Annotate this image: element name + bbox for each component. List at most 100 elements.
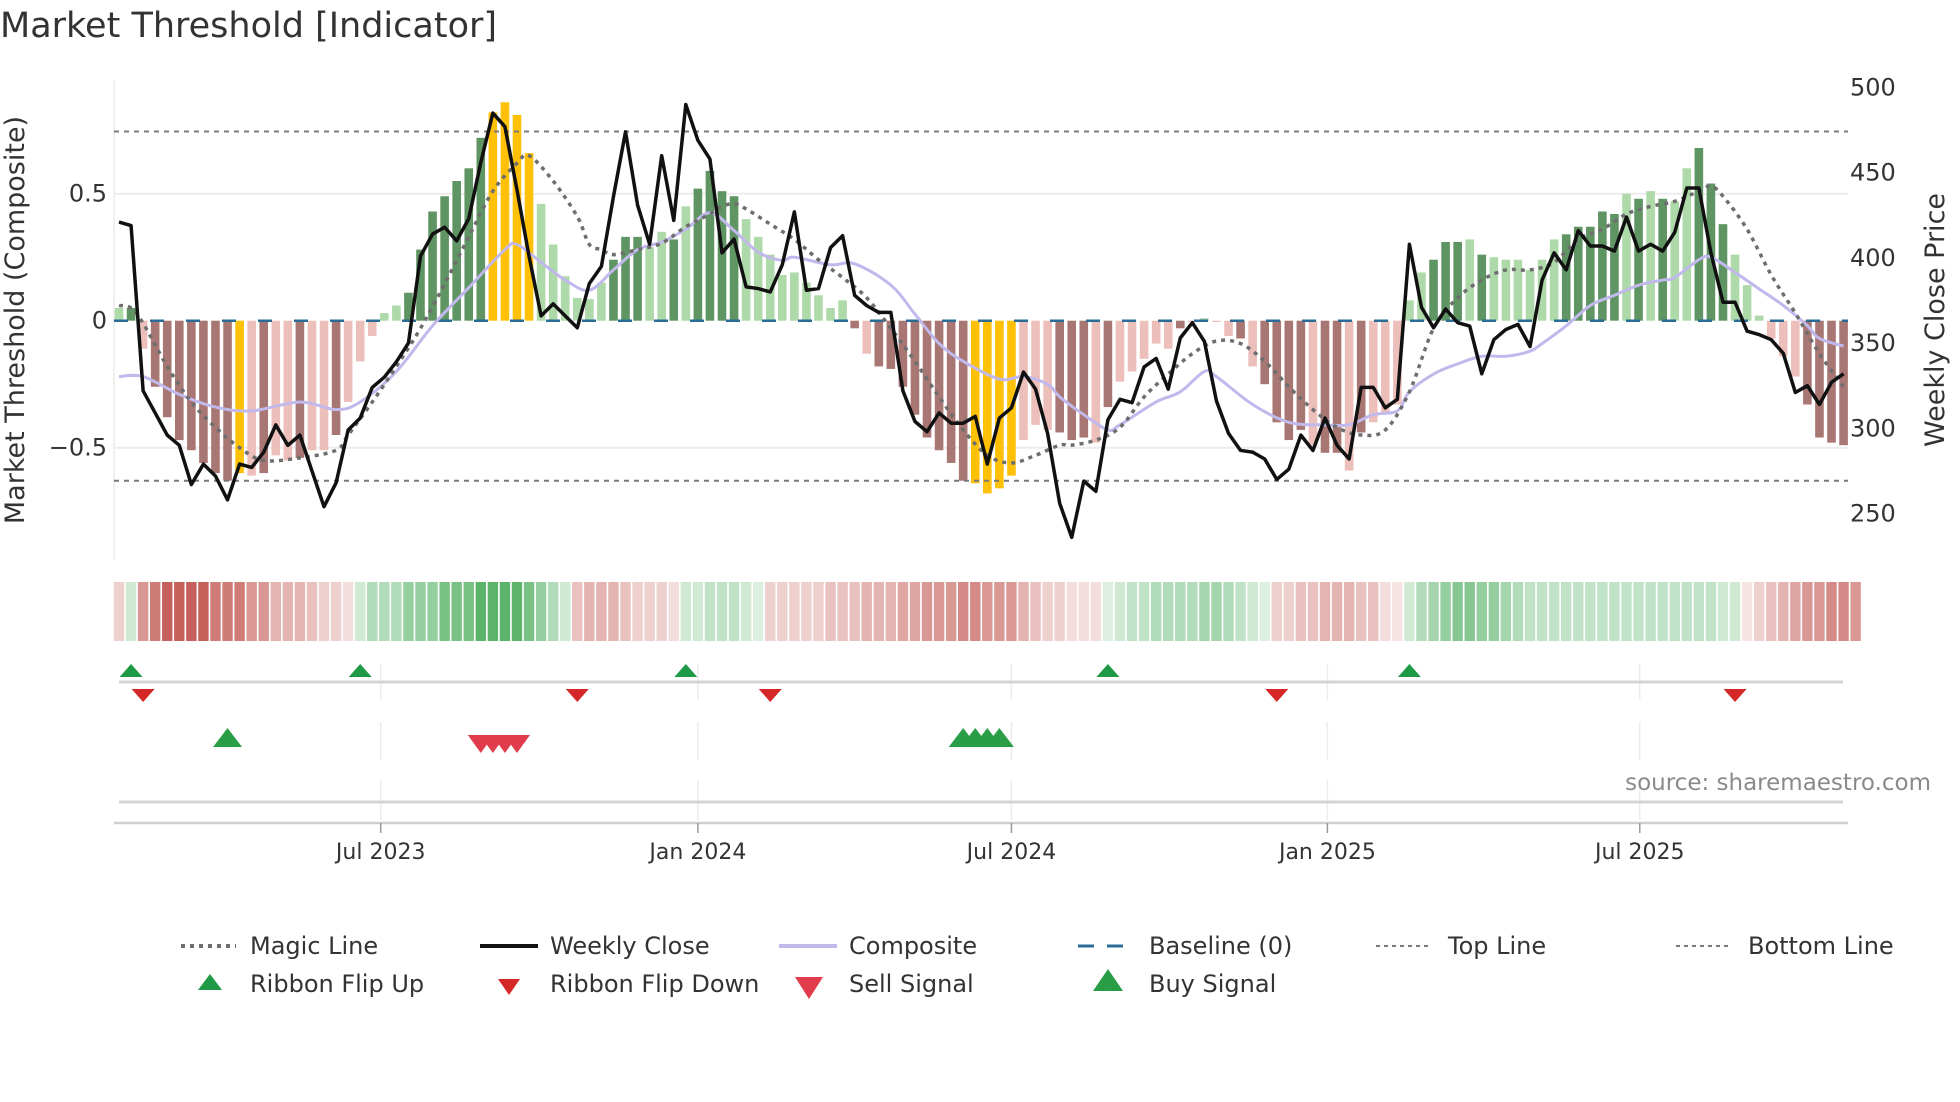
ribbon-cell: [1380, 582, 1391, 641]
composite-bar: [1839, 320, 1848, 446]
composite-bar: [910, 320, 920, 415]
composite-bar: [307, 320, 317, 451]
ribbon-cell: [258, 582, 269, 641]
legend-label: Baseline (0): [1149, 932, 1293, 960]
x-tick-label: Jan 2025: [1277, 840, 1376, 865]
ribbon-cell: [1440, 582, 1451, 641]
composite-bar: [235, 320, 244, 474]
composite-bar: [669, 239, 679, 321]
ribbon-cell: [1717, 582, 1729, 641]
ribbon-cell: [1633, 582, 1644, 641]
ribbon-cell: [692, 582, 704, 641]
ribbon-cell: [306, 582, 318, 641]
ribbon-flip-up-marker: [119, 664, 143, 677]
composite-bar: [1127, 320, 1137, 372]
composite-bar: [114, 308, 124, 321]
composite-bar: [946, 320, 956, 463]
composite-bar: [1139, 320, 1149, 359]
composite-bar: [1368, 320, 1378, 423]
ribbon-cell: [1741, 582, 1753, 641]
ribbon-cell: [1609, 582, 1620, 641]
ribbon-cell: [1042, 582, 1053, 641]
ribbon-cell: [813, 582, 824, 641]
composite-bar: [355, 320, 365, 362]
ribbon-cell: [342, 582, 354, 641]
composite-bar: [729, 196, 739, 321]
y-right-tick-label: 350: [1850, 329, 1896, 357]
ribbon-strip: [113, 582, 1861, 641]
ribbon-cell: [958, 582, 969, 641]
ribbon-cell: [668, 582, 679, 641]
ribbon-cell: [1681, 582, 1692, 641]
ribbon-cell: [547, 582, 559, 641]
ribbon-cell: [1247, 582, 1258, 641]
ribbon-cell: [1476, 582, 1487, 641]
ribbon-cell: [270, 582, 281, 641]
ribbon-cell: [1452, 582, 1463, 641]
ribbon-cell: [318, 582, 330, 641]
ribbon-cell: [1561, 582, 1572, 641]
ribbon-cell: [535, 582, 547, 641]
x-tick-label: Jul 2023: [334, 840, 426, 865]
composite-bar: [199, 320, 208, 463]
ribbon-cell: [113, 582, 125, 641]
ribbon-cell: [740, 582, 752, 641]
composite-bar: [1163, 320, 1173, 349]
ribbon-cell: [1126, 582, 1138, 641]
composite-bar: [1212, 320, 1221, 322]
ribbon-cell: [825, 582, 836, 641]
composite-bar: [597, 282, 606, 321]
ribbon-cell: [1319, 582, 1331, 641]
ribbon-flip-up-marker: [348, 664, 372, 677]
ribbon-cell: [415, 582, 426, 641]
composite-bar: [958, 320, 968, 481]
ribbon-cell: [294, 582, 306, 641]
composite-bar: [1610, 214, 1619, 321]
ribbon-cell: [1428, 582, 1439, 641]
ribbon-cell: [584, 582, 595, 641]
y-right-tick-label: 400: [1850, 244, 1896, 272]
ribbon-cell: [837, 582, 848, 641]
y-axis-right-label: Weekly Close Price: [1920, 193, 1951, 447]
y-right-tick-label: 250: [1850, 500, 1896, 528]
ribbon-cell: [282, 582, 294, 641]
ribbon-cell: [475, 582, 486, 641]
x-tick-label: Jan 2024: [647, 840, 746, 865]
ribbon-cell: [1536, 582, 1548, 641]
ribbon-cell: [403, 582, 414, 641]
ribbon-cell: [632, 582, 643, 641]
ribbon-cell: [1524, 582, 1536, 641]
ribbon-cell: [246, 582, 257, 641]
ribbon-cell: [1090, 582, 1102, 641]
y-left-tick-label: 0.5: [69, 180, 107, 208]
ribbon-cell: [1271, 582, 1282, 641]
composite-bar: [1308, 320, 1318, 446]
composite-bar: [1067, 320, 1077, 441]
ribbon-cell: [1548, 582, 1560, 641]
composite-bar: [1248, 320, 1257, 367]
ribbon-cell: [125, 582, 137, 641]
composite-bar: [380, 313, 389, 321]
composite-bar: [1754, 315, 1764, 321]
ribbon-cell: [439, 582, 450, 641]
ribbon-cell: [1018, 582, 1029, 641]
ribbon-cell: [596, 582, 607, 641]
ribbon-cell: [1199, 582, 1210, 641]
ribbon-cell: [1150, 582, 1162, 641]
ribbon-cell: [849, 582, 860, 641]
ribbon-cell: [1669, 582, 1680, 641]
composite-bar: [331, 320, 341, 435]
legend-label: Sell Signal: [849, 970, 974, 998]
ribbon-cell: [933, 582, 945, 641]
ribbon-cell: [174, 582, 185, 641]
ribbon-cell: [994, 582, 1005, 641]
x-tick-label: Jul 2024: [965, 840, 1057, 865]
composite-bar: [874, 320, 884, 367]
composite-bar: [1381, 320, 1390, 413]
ribbon-cell: [210, 582, 221, 641]
ribbon-cell: [572, 582, 583, 641]
ribbon-cell: [1054, 582, 1065, 641]
legend-label: Magic Line: [250, 932, 379, 960]
legend-label: Bottom Line: [1748, 932, 1894, 960]
composite-bar: [1151, 320, 1161, 344]
